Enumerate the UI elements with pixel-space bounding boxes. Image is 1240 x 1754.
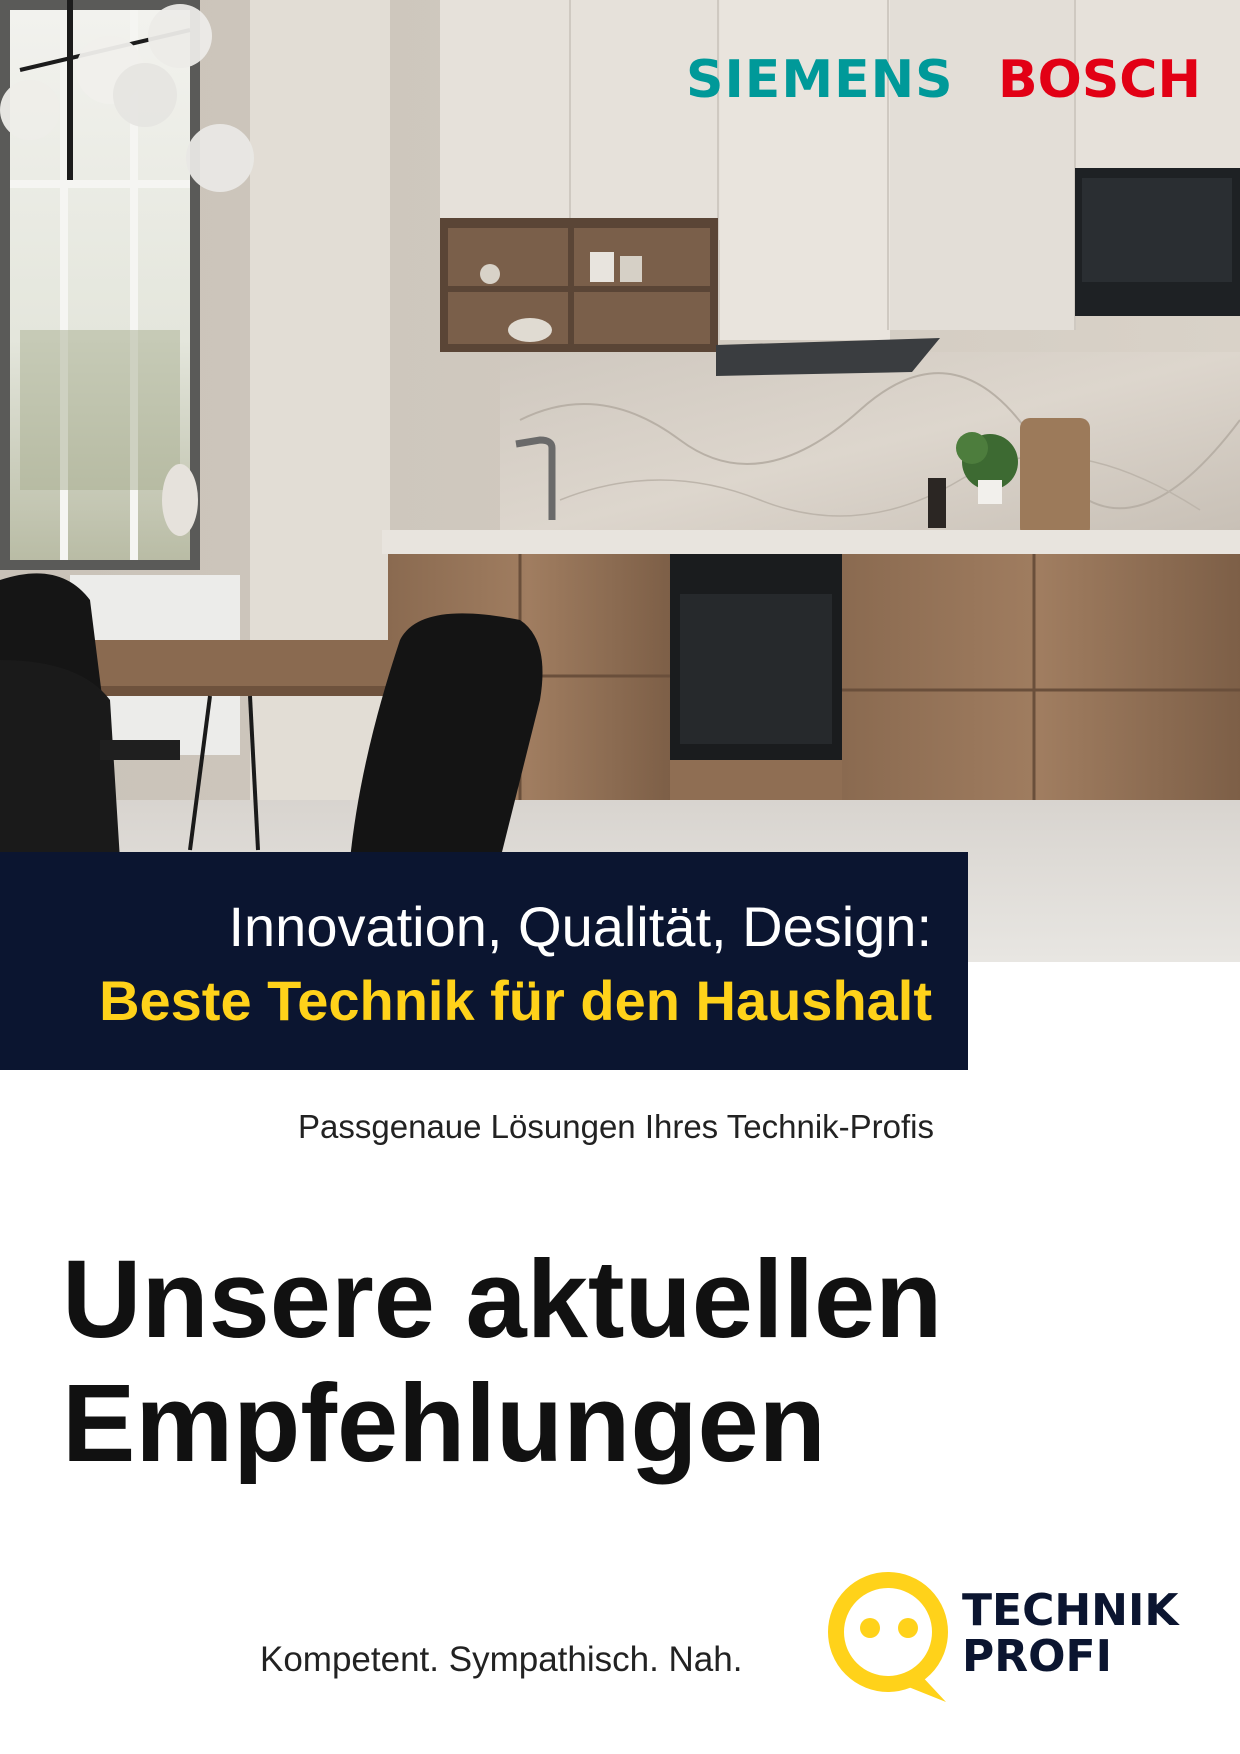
siemens-logo: SIEMENS	[686, 50, 954, 110]
headline-line-2: Beste Technik für den Haushalt	[99, 969, 932, 1032]
title-line-2: Empfehlungen	[62, 1362, 826, 1485]
smiley-speech-bubble-icon	[828, 1572, 948, 1702]
kitchen-photo	[0, 0, 1240, 962]
subline: Passgenaue Lösungen Ihres Technik-Profis	[298, 1108, 934, 1145]
logo-word-2: PROFI	[962, 1631, 1112, 1682]
hero-image	[0, 0, 1240, 962]
logo-wordmark: TECHNIK PROFI	[962, 1588, 1178, 1680]
headline-line-1: Innovation, Qualität, Design:	[228, 895, 932, 958]
page-title: Unsere aktuellen Empfehlungen	[62, 1238, 942, 1486]
logo-word-1: TECHNIK	[962, 1585, 1179, 1636]
technik-profi-logo: TECHNIK PROFI	[822, 1568, 1182, 1708]
bosch-logo: BOSCH	[998, 50, 1201, 110]
title-line-1: Unsere aktuellen	[62, 1238, 943, 1361]
headline-box: Innovation, Qualität, Design: Beste Tech…	[0, 852, 968, 1070]
tagline: Kompetent. Sympathisch. Nah.	[260, 1640, 743, 1679]
